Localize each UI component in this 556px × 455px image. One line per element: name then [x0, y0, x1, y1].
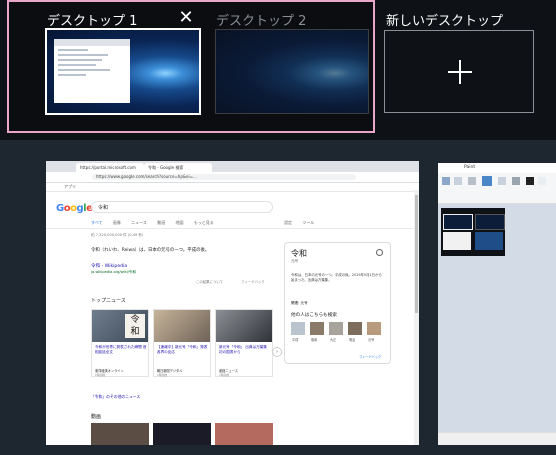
- search-tabs: すべて 画像 ニュース 動画 地図 もっと見る 設定 ツール: [91, 220, 323, 226]
- snippet-link[interactable]: 令和 - Wikipedia: [91, 263, 127, 269]
- canvas-image: [441, 208, 505, 256]
- paint-ribbon: [438, 173, 556, 204]
- news-image: 令和: [92, 310, 148, 342]
- divider: [46, 228, 419, 229]
- palette-icon[interactable]: [538, 177, 546, 185]
- video-thumbnail[interactable]: [215, 423, 273, 445]
- tab-news[interactable]: ニュース: [131, 220, 147, 225]
- desktop-1-card[interactable]: デスクトップ 1 ✕ デスクトップ 2: [7, 0, 375, 133]
- mini-browser-preview: [54, 39, 130, 103]
- related-caption: 元号: [368, 338, 375, 342]
- address-bar[interactable]: https://www.google.com/search?source=hp&…: [92, 174, 356, 180]
- tab-all[interactable]: すべて: [91, 220, 103, 225]
- share-icon[interactable]: [376, 249, 383, 256]
- paint-title: Paint: [438, 163, 556, 173]
- news-card[interactable]: 新元号「令和」 出典は万葉集 初の国書から 産経ニュース 1時間前: [215, 309, 273, 377]
- more-news-link[interactable]: 「令和」のその他のニュース: [91, 394, 140, 400]
- brush-icon[interactable]: [482, 176, 492, 186]
- kp-others-heading: 他の人はこちらも検索: [291, 313, 337, 318]
- kp-title: 令和: [291, 249, 307, 258]
- color-icon[interactable]: [526, 177, 534, 185]
- related-image[interactable]: [310, 322, 324, 335]
- tab-more[interactable]: もっと見る: [194, 220, 214, 225]
- news-card[interactable]: 【速報中】新元号「令和」発表 各界の反応 朝日新聞デジタル 1時間前: [153, 309, 211, 377]
- scrollbar[interactable]: [414, 190, 419, 445]
- scroll-thumb[interactable]: [415, 195, 418, 313]
- tab-settings[interactable]: 設定: [284, 220, 292, 225]
- related-image[interactable]: [329, 322, 343, 335]
- status-bar: [438, 432, 556, 445]
- new-desktop-label[interactable]: 新しいデスクトップ: [386, 10, 503, 29]
- new-desktop-button[interactable]: [384, 30, 534, 113]
- result-count: 約 7,320,000,000 件 (0.49 秒): [91, 233, 144, 237]
- news-time: 1時間前: [95, 373, 106, 377]
- related-caption: 大正: [330, 338, 337, 342]
- paint-window-preview[interactable]: Paint: [438, 163, 556, 445]
- chevron-right-icon[interactable]: ›: [272, 347, 282, 357]
- tab-maps[interactable]: 地図: [176, 220, 184, 225]
- desktop-1-thumbnail[interactable]: [45, 28, 201, 115]
- kp-description: 令和は、日本の元号の一つ。平成の後。2019年5月1日から始まった。出典は万葉集…: [291, 273, 382, 282]
- paste-icon[interactable]: [442, 177, 450, 185]
- related-image[interactable]: [291, 322, 305, 335]
- browser-tab[interactable]: 令和 - Google 検索: [144, 163, 212, 172]
- size-icon[interactable]: [512, 177, 520, 185]
- video-thumbnail[interactable]: [153, 423, 211, 445]
- feedback-link[interactable]: フィードバック: [241, 279, 265, 284]
- news-headline: 【速報中】新元号「令和」発表 各界の反応: [157, 345, 208, 354]
- related-image[interactable]: [348, 322, 362, 335]
- tab-videos[interactable]: 動画: [157, 220, 165, 225]
- kp-related: 関連: 元号: [291, 301, 308, 305]
- kp-subtitle: 元号: [291, 259, 299, 263]
- news-headline: 令和が世界に発表された瞬間 首相談話全文: [95, 345, 147, 354]
- news-card[interactable]: 令和 令和が世界に発表された瞬間 首相談話全文 東洋経済オンライン 1時間前: [91, 309, 149, 377]
- about-result-link[interactable]: この結果について: [196, 279, 223, 284]
- tab-tools[interactable]: ツール: [302, 220, 314, 225]
- virtual-desktop-strip: デスクトップ 1 ✕ デスクトップ 2 新しいデスクトップ: [0, 0, 556, 140]
- bookmarks-bar[interactable]: アプリ: [46, 183, 419, 192]
- video-thumbnail[interactable]: [91, 423, 149, 445]
- search-input[interactable]: 令和: [91, 201, 273, 213]
- desktop-2-label[interactable]: デスクトップ 2: [216, 10, 306, 29]
- related-image[interactable]: [367, 322, 381, 335]
- related-caption: 昭和: [311, 338, 318, 342]
- featured-snippet: 令和（れいわ、Reiwa）は、日本の元号の一つ。平成の後。: [91, 248, 210, 253]
- related-caption: 明治: [349, 338, 356, 342]
- browser-toolbar: https://www.google.com/search?source=hp&…: [46, 172, 419, 183]
- desktop-1-label: デスクトップ 1: [47, 14, 138, 29]
- news-headline: 新元号「令和」 出典は万葉集 初の国書から: [219, 345, 267, 354]
- news-time: 1時間前: [219, 373, 230, 377]
- knowledge-panel: 令和 元号 令和は、日本の元号の一つ。平成の後。2019年5月1日から始まった。…: [284, 242, 391, 364]
- google-logo[interactable]: Google: [56, 203, 93, 214]
- tools-icon[interactable]: [468, 177, 476, 185]
- news-time: 1時間前: [157, 373, 168, 377]
- videos-heading: 動画: [91, 414, 102, 420]
- browser-tab-bar: https://portal.microsoft.com 令和 - Google…: [46, 161, 419, 172]
- news-image: [154, 310, 210, 342]
- tab-images[interactable]: 画像: [113, 220, 121, 225]
- kp-feedback[interactable]: フィードバック: [359, 354, 381, 359]
- desktop-2-thumbnail[interactable]: [215, 29, 369, 114]
- browser-tab[interactable]: https://portal.microsoft.com: [76, 163, 144, 172]
- snippet-url: ja.wikipedia.org/wiki/令和: [91, 270, 136, 274]
- browser-window-preview[interactable]: https://portal.microsoft.com 令和 - Google…: [46, 161, 419, 445]
- shapes-icon[interactable]: [498, 177, 506, 185]
- paint-canvas[interactable]: [438, 204, 556, 432]
- news-image: [216, 310, 272, 342]
- select-icon[interactable]: [454, 177, 462, 185]
- related-caption: 平成: [292, 338, 299, 342]
- top-news-heading: トップニュース: [91, 298, 126, 304]
- close-icon[interactable]: ✕: [177, 9, 195, 27]
- wallpaper: [216, 30, 368, 113]
